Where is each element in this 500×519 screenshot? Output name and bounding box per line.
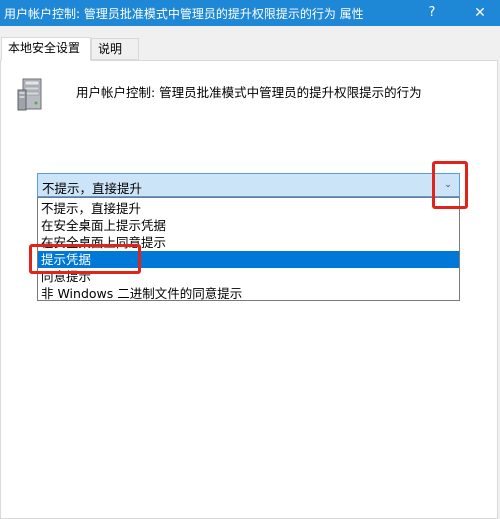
title-bar: 用户帐户控制: 管理员批准模式中管理员的提升权限提示的行为 属性 ? ✕: [0, 0, 500, 26]
annotation-highlight-option: [29, 244, 141, 274]
policy-setting-combobox[interactable]: 不提示，直接提升 ⌄: [37, 173, 460, 197]
combobox-selected-value: 不提示，直接提升: [42, 181, 143, 196]
tab-explain[interactable]: 说明: [91, 38, 139, 60]
policy-title: 用户帐户控制: 管理员批准模式中管理员的提升权限提示的行为: [76, 85, 422, 100]
close-button[interactable]: ✕: [460, 0, 500, 26]
dropdown-option[interactable]: 非 Windows 二进制文件的同意提示: [38, 285, 459, 302]
server-tower-icon: [17, 78, 42, 111]
dropdown-option[interactable]: 不提示，直接提升: [38, 200, 459, 217]
annotation-highlight-dropdown-arrow: [432, 161, 468, 209]
tab-local-security-setting[interactable]: 本地安全设置: [1, 37, 91, 61]
dropdown-option[interactable]: 在安全桌面上提示凭据: [38, 217, 459, 234]
window-title: 用户帐户控制: 管理员批准模式中管理员的提升权限提示的行为 属性: [4, 7, 364, 21]
help-button[interactable]: ?: [418, 0, 446, 26]
